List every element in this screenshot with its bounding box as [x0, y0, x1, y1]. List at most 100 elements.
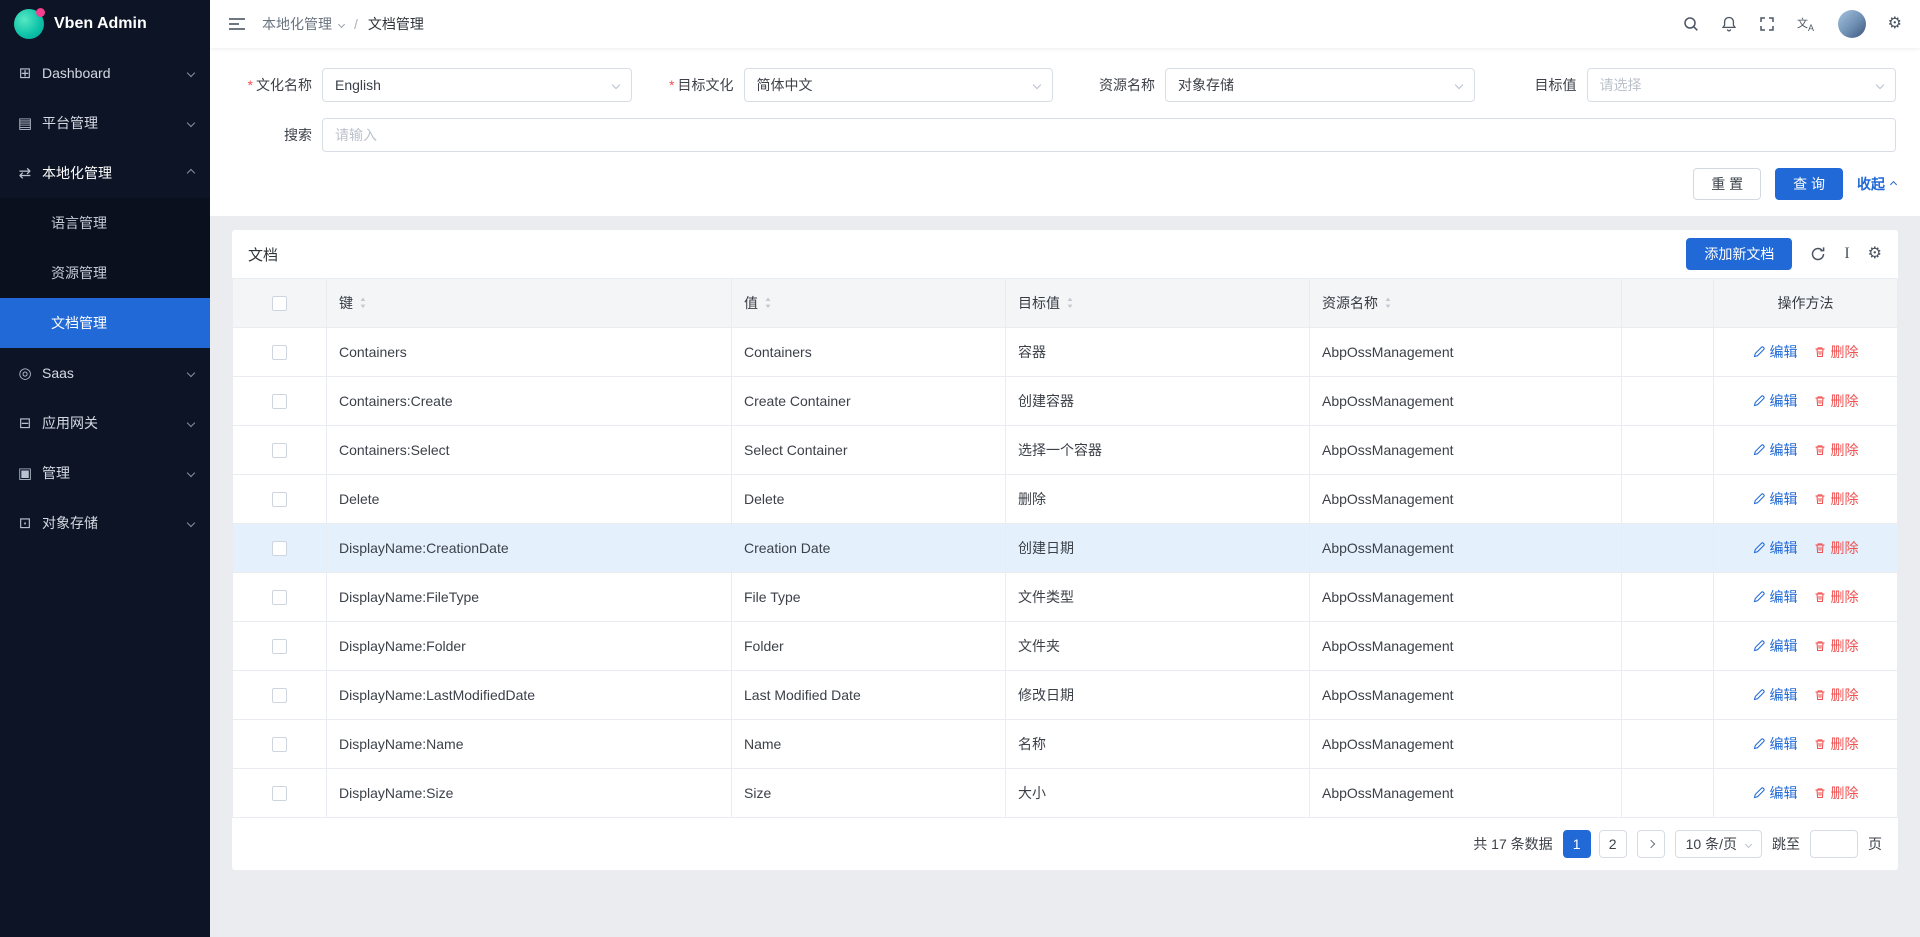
delete-button[interactable]: 删除: [1814, 734, 1859, 754]
sidebar-item-Dashboard[interactable]: ⊞Dashboard: [0, 48, 210, 98]
cell-resource-name: AbpOssManagement: [1310, 524, 1622, 573]
sidebar-item-应用网关[interactable]: ⊟应用网关: [0, 398, 210, 448]
row-checkbox[interactable]: [272, 443, 287, 458]
sidebar-item-平台管理[interactable]: ▤平台管理: [0, 98, 210, 148]
chevron-down-icon: [187, 469, 195, 477]
column-header[interactable]: 资源名称▲▼: [1310, 279, 1622, 328]
edit-button[interactable]: 编辑: [1753, 440, 1798, 460]
page-size-select[interactable]: 10 条/页: [1675, 830, 1762, 858]
row-checkbox[interactable]: [272, 492, 287, 507]
jump-prefix: 跳至: [1772, 834, 1800, 854]
sort-icon[interactable]: ▲▼: [1067, 297, 1073, 310]
edit-button[interactable]: 编辑: [1753, 636, 1798, 656]
select-all-checkbox[interactable]: [272, 296, 287, 311]
delete-button[interactable]: 删除: [1814, 636, 1859, 656]
edit-button[interactable]: 编辑: [1753, 783, 1798, 803]
search-icon[interactable]: [1683, 16, 1699, 32]
cell-key: DisplayName:LastModifiedDate: [327, 671, 732, 720]
column-settings-icon[interactable]: ⚙: [1868, 246, 1882, 262]
app-logo[interactable]: Vben Admin: [0, 0, 210, 48]
edit-button[interactable]: 编辑: [1753, 391, 1798, 411]
trash-icon: [1814, 346, 1826, 358]
delete-button[interactable]: 删除: [1814, 391, 1859, 411]
column-header[interactable]: 键▲▼: [327, 279, 732, 328]
resource-name-select[interactable]: 对象存储: [1165, 68, 1475, 102]
cell-empty: [1622, 475, 1714, 524]
edit-button[interactable]: 编辑: [1753, 489, 1798, 509]
row-checkbox[interactable]: [272, 639, 287, 654]
sidebar-item-本地化管理[interactable]: ⇄本地化管理: [0, 148, 210, 198]
delete-button[interactable]: 删除: [1814, 587, 1859, 607]
bell-icon[interactable]: [1721, 16, 1737, 32]
sidebar-subitem-语言管理[interactable]: 语言管理: [0, 198, 210, 248]
refresh-icon[interactable]: [1810, 246, 1826, 262]
search-input[interactable]: [322, 118, 1896, 152]
edit-button[interactable]: 编辑: [1753, 538, 1798, 558]
delete-button[interactable]: 删除: [1814, 685, 1859, 705]
target-culture-select[interactable]: 简体中文: [744, 68, 1054, 102]
delete-button[interactable]: 删除: [1814, 783, 1859, 803]
sidebar-subitem-文档管理[interactable]: 文档管理: [0, 298, 210, 348]
column-header[interactable]: 目标值▲▼: [1006, 279, 1310, 328]
sidebar-item-Saas[interactable]: ◎Saas: [0, 348, 210, 398]
breadcrumb-separator: /: [354, 16, 358, 32]
add-document-button[interactable]: 添加新文档: [1686, 238, 1792, 270]
edit-button[interactable]: 编辑: [1753, 734, 1798, 754]
trash-icon: [1814, 591, 1826, 603]
column-header[interactable]: 值▲▼: [732, 279, 1006, 328]
sidebar-item-对象存储[interactable]: ⊡对象存储: [0, 498, 210, 548]
cell-value: Folder: [732, 622, 1006, 671]
collapse-link[interactable]: 收起: [1857, 174, 1896, 194]
cell-value: Containers: [732, 328, 1006, 377]
delete-button[interactable]: 删除: [1814, 342, 1859, 362]
delete-button[interactable]: 删除: [1814, 489, 1859, 509]
next-page-button[interactable]: [1637, 830, 1665, 858]
delete-button[interactable]: 删除: [1814, 538, 1859, 558]
page-button-2[interactable]: 2: [1599, 830, 1627, 858]
target-value-label: 目标值: [1499, 75, 1587, 95]
edit-button[interactable]: 编辑: [1753, 342, 1798, 362]
sort-icon[interactable]: ▲▼: [765, 297, 771, 310]
table-row: Containers:CreateCreate Container创建容器Abp…: [233, 377, 1898, 426]
breadcrumb-item-localization[interactable]: 本地化管理: [262, 14, 344, 34]
cell-target-value: 容器: [1006, 328, 1310, 377]
avatar[interactable]: [1838, 10, 1866, 38]
target-culture-label: 目标文化: [656, 75, 744, 95]
cell-key: Delete: [327, 475, 732, 524]
cell-target-value: 创建容器: [1006, 377, 1310, 426]
sidebar-item-管理[interactable]: ▣管理: [0, 448, 210, 498]
row-checkbox[interactable]: [272, 737, 287, 752]
page-button-1[interactable]: 1: [1563, 830, 1591, 858]
row-checkbox[interactable]: [272, 688, 287, 703]
culture-name-select[interactable]: English: [322, 68, 632, 102]
sidebar-subitem-资源管理[interactable]: 资源管理: [0, 248, 210, 298]
cell-resource-name: AbpOssManagement: [1310, 769, 1622, 818]
cell-resource-name: AbpOssManagement: [1310, 328, 1622, 377]
delete-button[interactable]: 删除: [1814, 440, 1859, 460]
field-culture-name: 文化名称 English: [234, 68, 632, 102]
target-value-select[interactable]: 请选择: [1587, 68, 1897, 102]
query-button[interactable]: 查 询: [1775, 168, 1843, 200]
settings-icon[interactable]: ⚙: [1888, 16, 1902, 32]
row-checkbox[interactable]: [272, 345, 287, 360]
jump-page-input[interactable]: [1810, 830, 1858, 858]
table-row: Containers:SelectSelect Container选择一个容器A…: [233, 426, 1898, 475]
cell-key: DisplayName:CreationDate: [327, 524, 732, 573]
row-checkbox[interactable]: [272, 541, 287, 556]
edit-button[interactable]: 编辑: [1753, 587, 1798, 607]
row-checkbox[interactable]: [272, 590, 287, 605]
row-checkbox[interactable]: [272, 786, 287, 801]
fullscreen-icon[interactable]: [1759, 16, 1775, 32]
edit-button[interactable]: 编辑: [1753, 685, 1798, 705]
sort-icon[interactable]: ▲▼: [360, 297, 366, 310]
cell-key: Containers: [327, 328, 732, 377]
reset-button[interactable]: 重 置: [1693, 168, 1761, 200]
row-height-icon[interactable]: I: [1844, 246, 1849, 262]
chevron-down-icon: [187, 369, 195, 377]
sort-icon[interactable]: ▲▼: [1385, 297, 1391, 310]
trash-icon: [1814, 689, 1826, 701]
row-checkbox[interactable]: [272, 394, 287, 409]
translate-icon[interactable]: 文A: [1797, 16, 1816, 32]
menu-fold-icon[interactable]: [228, 16, 246, 32]
chevron-down-icon: [187, 69, 195, 77]
